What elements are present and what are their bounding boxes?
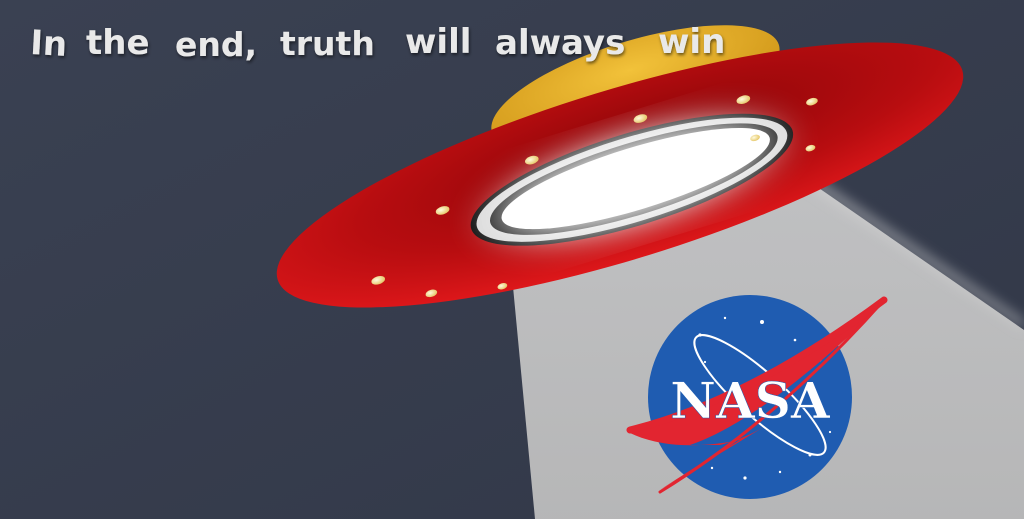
- caption-word-in: In: [30, 23, 68, 65]
- caption-word-win: win: [658, 22, 725, 62]
- caption-word-always: always: [495, 23, 625, 63]
- caption-word-truth: truth: [280, 24, 375, 63]
- illustration: NASA: [0, 0, 1024, 519]
- caption-word-end: end,: [175, 25, 257, 64]
- caption-word-will: will: [405, 22, 471, 62]
- meme-scene: NASA In the end, truth will always win: [0, 0, 1024, 519]
- caption: In the end, truth will always win: [30, 22, 725, 65]
- logo-text: NASA: [670, 371, 831, 430]
- caption-word-the: the: [86, 23, 150, 63]
